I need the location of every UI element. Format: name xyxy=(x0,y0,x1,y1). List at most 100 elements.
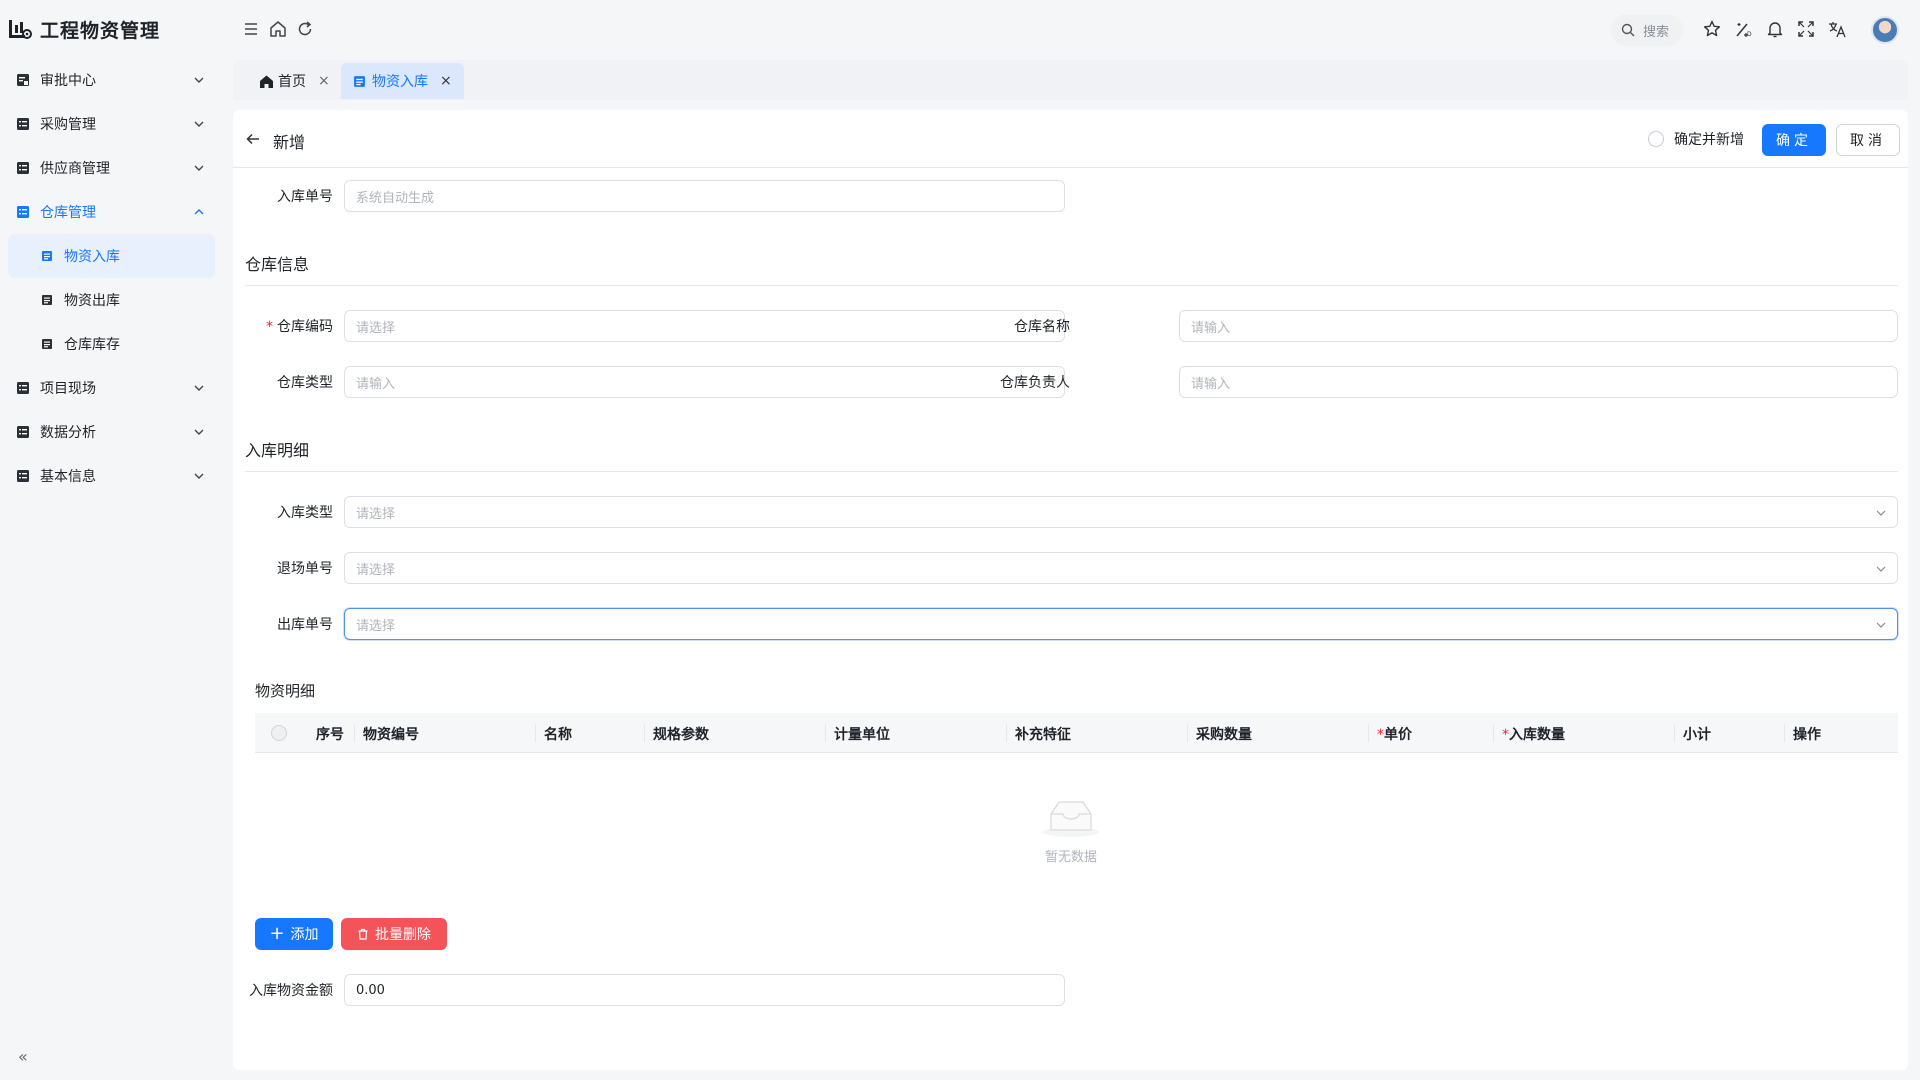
chevron-down-icon xyxy=(194,165,204,171)
column-separator xyxy=(535,724,536,742)
warehouse-name-input[interactable]: 请输入 xyxy=(1179,310,1898,342)
tab-close-button[interactable]: × xyxy=(440,73,452,89)
exit-no-select[interactable]: 请选择 xyxy=(344,552,1898,584)
select-all-checkbox[interactable] xyxy=(271,725,287,741)
material-table-title: 物资明细 xyxy=(255,682,316,700)
collapse-sidebar-button[interactable]: « xyxy=(18,1047,28,1066)
confirm-button[interactable]: 确定 xyxy=(1762,124,1826,156)
logo-icon xyxy=(9,20,32,39)
sidebar-subitem-inbound[interactable]: 物资入库 xyxy=(8,234,215,278)
sidebar-subitem-outbound[interactable]: 物资出库 xyxy=(8,278,215,322)
sidebar-item-approval[interactable]: 审批中心 xyxy=(0,58,233,102)
amount-field[interactable]: 0.00 xyxy=(344,974,1065,1006)
sidebar-item-label: 供应商管理 xyxy=(40,161,110,177)
empty-text: 暂无数据 xyxy=(1044,850,1097,865)
fullscreen-icon[interactable] xyxy=(1796,19,1816,39)
receipt-no-label: 入库单号 xyxy=(277,189,333,205)
sidebar-item-label: 数据分析 xyxy=(40,425,96,441)
column-header: 名称 xyxy=(544,727,572,743)
sidebar-subitem-stock[interactable]: 仓库库存 xyxy=(8,322,215,366)
home-icon[interactable] xyxy=(268,19,288,39)
tab-home[interactable]: 首页 × xyxy=(247,63,342,99)
receipt-type-select[interactable]: 请选择 xyxy=(344,496,1898,528)
plus-icon: + xyxy=(269,923,285,944)
material-table-header: 序号 物资编号 名称 规格参数 计量单位 补充特征 采购数量 *单价 *入库数量… xyxy=(255,713,1898,753)
back-arrow-icon[interactable] xyxy=(245,131,261,147)
warehouse-code-label: * 仓库编码 xyxy=(266,319,333,335)
column-separator xyxy=(1493,724,1494,742)
sidebar-item-label: 项目现场 xyxy=(40,381,96,397)
cancel-button[interactable]: 取消 xyxy=(1836,124,1900,156)
column-separator xyxy=(1368,724,1369,742)
exit-no-label: 退场单号 xyxy=(277,561,333,577)
tab-material-inbound[interactable]: 物资入库 × xyxy=(341,63,464,99)
chevron-up-icon xyxy=(194,209,204,215)
batch-delete-button[interactable]: 批量删除 xyxy=(341,918,447,950)
warehouse-manager-input[interactable]: 请输入 xyxy=(1179,366,1898,398)
document-icon xyxy=(42,339,52,349)
column-header: 计量单位 xyxy=(834,727,890,743)
sidebar-item-project-site[interactable]: 项目现场 xyxy=(0,366,233,410)
bell-icon[interactable] xyxy=(1765,19,1785,39)
list-icon xyxy=(17,206,29,218)
warehouse-section-title: 仓库信息 xyxy=(245,255,310,274)
sidebar-item-label: 审批中心 xyxy=(40,73,96,89)
column-separator xyxy=(644,724,645,742)
star-icon[interactable] xyxy=(1702,19,1722,39)
sidebar-item-purchase[interactable]: 采购管理 xyxy=(0,102,233,146)
receipt-type-label: 入库类型 xyxy=(277,505,333,521)
chevron-down-icon xyxy=(194,121,204,127)
sidebar-item-supplier[interactable]: 供应商管理 xyxy=(0,146,233,190)
column-header: 规格参数 xyxy=(653,727,709,743)
column-separator xyxy=(1784,724,1785,742)
sidebar-subitem-label: 物资入库 xyxy=(64,249,120,265)
chevron-down-icon xyxy=(194,77,204,83)
document-icon xyxy=(42,251,52,261)
chevron-down-icon xyxy=(194,429,204,435)
column-header: 操作 xyxy=(1793,727,1821,743)
warehouse-type-label: 仓库类型 xyxy=(277,375,333,391)
document-icon xyxy=(42,295,52,305)
column-header: 补充特征 xyxy=(1015,727,1071,743)
list-icon xyxy=(17,470,29,482)
sidebar-item-label: 采购管理 xyxy=(40,117,96,133)
approval-icon xyxy=(17,74,29,86)
sidebar-item-basic-info[interactable]: 基本信息 xyxy=(0,454,233,498)
column-header: 采购数量 xyxy=(1196,727,1252,743)
translate-icon[interactable] xyxy=(1827,19,1847,39)
svg-text:D: D xyxy=(1747,31,1752,38)
refresh-icon[interactable] xyxy=(295,19,315,39)
checkbox-label: 确定并新增 xyxy=(1674,132,1744,148)
list-icon xyxy=(17,118,29,130)
outbound-no-select[interactable]: 请选择 xyxy=(344,608,1898,640)
list-icon xyxy=(17,382,29,394)
sidebar-subitem-label: 仓库库存 xyxy=(64,337,120,353)
tab-close-button[interactable]: × xyxy=(318,73,330,89)
outbound-no-label: 出库单号 xyxy=(277,617,333,633)
warehouse-code-select[interactable]: 请选择 xyxy=(344,310,1065,342)
sidebar-subitem-label: 物资出库 xyxy=(64,293,120,309)
search-label: 搜索 xyxy=(1643,24,1670,40)
warehouse-manager-label: 仓库负责人 xyxy=(1000,375,1070,391)
sidebar-item-data-analysis[interactable]: 数据分析 xyxy=(0,410,233,454)
column-separator xyxy=(354,724,355,742)
section-divider xyxy=(245,471,1898,472)
magic-wand-icon[interactable]: D xyxy=(1733,19,1753,39)
sidebar-item-warehouse[interactable]: 仓库管理 xyxy=(0,190,233,234)
warehouse-type-input[interactable]: 请输入 xyxy=(344,366,1065,398)
confirm-and-new-checkbox[interactable]: 确定并新增 xyxy=(1648,129,1744,149)
menu-toggle-icon[interactable] xyxy=(241,19,261,39)
column-header-unit-price: *单价 xyxy=(1377,727,1412,743)
add-row-button[interactable]: + 添加 xyxy=(255,918,333,950)
search-box[interactable]: 搜索 xyxy=(1611,14,1683,46)
column-separator xyxy=(1187,724,1188,742)
home-icon xyxy=(260,75,273,88)
chevron-down-icon xyxy=(194,385,204,391)
chevron-down-icon xyxy=(1876,566,1886,572)
avatar[interactable] xyxy=(1871,16,1899,44)
list-icon xyxy=(17,162,29,174)
section-divider xyxy=(245,285,1898,286)
page-title: 新增 xyxy=(273,133,306,152)
receipt-no-field[interactable]: 系统自动生成 xyxy=(344,180,1065,212)
chevron-down-icon xyxy=(194,473,204,479)
